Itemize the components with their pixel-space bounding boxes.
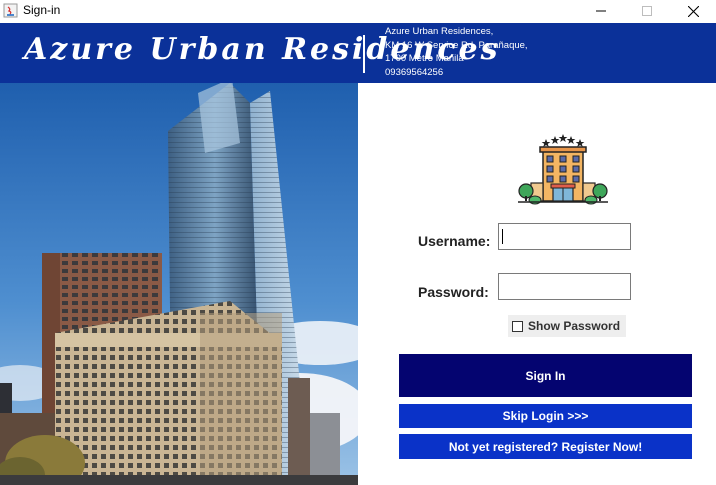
hotel-building-icon [518, 134, 608, 205]
address-line: 1700 Metro Manila [385, 53, 464, 64]
window-titlebar: Sign-in [0, 0, 716, 22]
close-icon [687, 5, 699, 17]
phone-number: 09369564256 [385, 66, 444, 78]
building-photo-illustration [0, 83, 358, 485]
header-banner: Azure Urban Residences Azure Urban Resid… [0, 23, 716, 83]
header-divider [363, 35, 365, 73]
minimize-icon [596, 10, 606, 12]
minimize-button[interactable] [578, 0, 624, 22]
maximize-button[interactable] [624, 0, 670, 22]
show-password-label: Show Password [528, 319, 621, 333]
skip-login-button[interactable]: Skip Login >>> [398, 403, 693, 429]
address-line: KM 16 W Service Rd, Parañaque, [385, 39, 528, 51]
java-app-icon [3, 3, 18, 18]
close-button[interactable] [670, 0, 716, 22]
building-photo [0, 83, 358, 485]
register-button[interactable]: Not yet registered? Register Now! [398, 433, 693, 460]
checkbox-box[interactable] [512, 320, 523, 332]
password-field[interactable] [498, 273, 631, 300]
username-label: Username: [418, 233, 491, 249]
window-title: Sign-in [23, 3, 61, 17]
login-panel: Username: Password: Show Password Sign I… [358, 83, 716, 485]
maximize-icon [642, 6, 652, 16]
address-block: Azure Urban Residences, KM 16 W Service … [385, 25, 528, 79]
address-line: Azure Urban Residences, [385, 26, 494, 37]
show-password-checkbox[interactable]: Show Password [508, 315, 626, 337]
password-label: Password: [418, 284, 489, 300]
text-caret [502, 229, 503, 244]
username-field[interactable] [498, 223, 631, 250]
sign-in-button[interactable]: Sign In [398, 353, 693, 398]
